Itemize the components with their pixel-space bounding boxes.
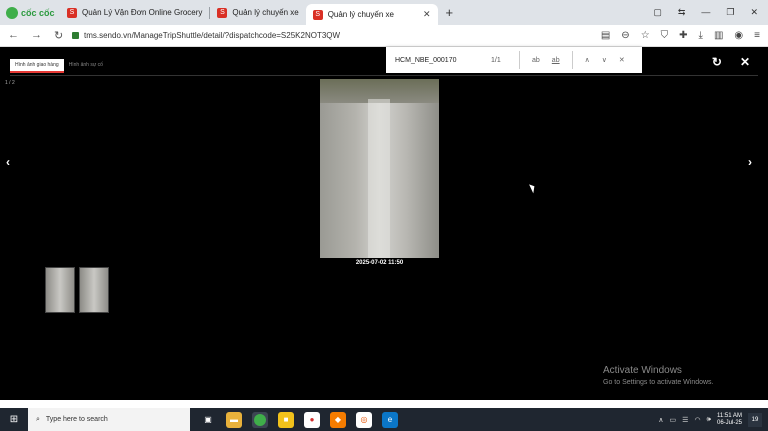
search-icon: ⌕ <box>36 415 40 423</box>
divider <box>10 75 758 76</box>
thumbnail[interactable] <box>79 267 109 313</box>
tab-grocery[interactable]: S Quản Lý Vận Đơn Online Grocery <box>60 0 209 25</box>
mouse-cursor-icon <box>529 182 537 194</box>
task-view-icon[interactable]: ▣ <box>200 412 216 428</box>
volume-icon[interactable]: 🕪 <box>707 416 711 424</box>
address-bar-row: ← → ↻ tms.sendo.vn/ManageTripShuttle/det… <box>0 25 768 47</box>
zoom-icon[interactable]: ⊖ <box>621 30 629 41</box>
network-icon[interactable]: ☰ <box>682 416 688 424</box>
wifi-icon[interactable]: ◠ <box>694 416 700 424</box>
site-info-icon[interactable] <box>72 32 79 39</box>
find-count: 1/1 <box>491 56 501 64</box>
screenshot-icon[interactable]: ▢ <box>653 7 662 18</box>
tab-trip-active[interactable]: S Quản lý chuyến xe ✕ <box>305 4 438 25</box>
find-input[interactable]: HCM_NBE_000170 <box>386 57 491 64</box>
coccoc-logo-icon <box>6 6 18 19</box>
edge-icon[interactable]: e <box>382 411 398 428</box>
clock-date: 06-Jul-25 <box>716 419 742 426</box>
show-hidden-icons-icon[interactable]: ∧ <box>658 416 663 424</box>
rotate-icon[interactable]: ↻ <box>712 55 722 69</box>
file-explorer-icon[interactable]: ▬ <box>226 411 242 428</box>
new-tab-button[interactable]: + <box>438 5 462 20</box>
tab-label: Quản Lý Vận Đơn Online Grocery <box>82 8 203 17</box>
page-bottom-strip <box>0 400 768 408</box>
tab-label: Quản lý chuyến xe <box>327 10 394 19</box>
browser-tab-bar: cốc cốc S Quản Lý Vận Đơn Online Grocery… <box>0 0 768 25</box>
image-viewer: Hình ảnh giao hàng Hình ảnh sự cố 1 / 2 … <box>0 47 768 400</box>
coccoc-browser-icon[interactable] <box>252 411 268 428</box>
photo-timestamp: 2025-07-02 11:50 <box>355 260 404 266</box>
page-view-icon[interactable]: ▤ <box>601 30 610 41</box>
teams-chat-icon[interactable]: ● <box>304 411 320 428</box>
battery-icon[interactable]: ▭ <box>670 416 677 424</box>
close-viewer-icon[interactable]: ✕ <box>740 55 750 69</box>
url-text: tms.sendo.vn/ManageTripShuttle/detail/?d… <box>84 31 341 40</box>
extensions-icon[interactable]: ✚ <box>679 30 687 41</box>
find-close-icon[interactable]: ✕ <box>613 56 631 64</box>
match-case-button[interactable]: ab <box>526 57 546 64</box>
search-placeholder: Type here to search <box>45 416 108 423</box>
bookmark-star-icon[interactable]: ☆ <box>641 30 650 41</box>
tabs-list-icon[interactable]: ⇆ <box>678 7 686 18</box>
url-field[interactable]: tms.sendo.vn/ManageTripShuttle/detail/?d… <box>72 31 340 40</box>
download-icon[interactable]: ⤓ <box>699 30 703 41</box>
system-tray: ∧ ▭ ☰ ◠ 🕪 11:51 AM 06-Jul-25 19 <box>658 412 768 427</box>
menu-icon[interactable]: ≡ <box>754 30 760 41</box>
browser-toolbar: ▤ ⊖ ☆ ⛉ ✚ ⤓ ▥ ◉ ≡ <box>601 30 768 41</box>
minimize-icon[interactable]: — <box>701 7 710 18</box>
next-image-icon[interactable]: › <box>748 155 752 169</box>
clock-time: 11:51 AM <box>717 412 742 419</box>
tab-delivery-images[interactable]: Hình ảnh giao hàng <box>10 59 64 73</box>
tab-label: Quản lý chuyến xe <box>232 8 299 17</box>
tab-trip-1[interactable]: S Quản lý chuyến xe <box>210 0 305 25</box>
window-controls: ▢ ⇆ — ❐ ✕ <box>653 7 768 18</box>
sendo-favicon-icon: S <box>67 7 77 18</box>
viewer-controls: ↻ ✕ <box>712 55 750 69</box>
profile-icon[interactable]: ◉ <box>734 30 743 41</box>
divider <box>571 51 573 69</box>
taskbar-search[interactable]: ⌕ Type here to search <box>28 408 190 431</box>
notification-center-icon[interactable]: 19 <box>748 412 762 427</box>
find-bar: HCM_NBE_000170 1/1 ab ab ∧ ∨ ✕ <box>386 47 642 73</box>
sendo-favicon-icon: S <box>312 9 323 20</box>
clock[interactable]: 11:51 AM 06-Jul-25 <box>717 413 742 426</box>
find-next-icon[interactable]: ∨ <box>596 56 613 64</box>
forward-icon[interactable]: → <box>31 29 42 42</box>
close-window-icon[interactable]: ✕ <box>750 7 758 18</box>
image-counter: 1 / 2 <box>5 80 15 86</box>
brand-name: cốc cốc <box>21 7 55 18</box>
viewer-tabs: Hình ảnh giao hàng Hình ảnh sự cố <box>10 59 108 73</box>
tab-incident-images[interactable]: Hình ảnh sự cố <box>64 59 108 73</box>
reload-icon[interactable]: ↻ <box>54 29 63 42</box>
sticky-notes-icon[interactable]: ■ <box>278 411 294 428</box>
sidebar-icon[interactable]: ▥ <box>714 30 723 41</box>
watermark-subtitle: Go to Settings to activate Windows. <box>603 379 714 386</box>
shield-icon[interactable]: ⛉ <box>661 30 669 41</box>
windows-start-icon[interactable]: ⊞ <box>0 414 28 425</box>
app-icon[interactable]: ◆ <box>330 411 346 428</box>
delivery-photo <box>320 79 439 258</box>
photo-road-stripe <box>368 99 390 258</box>
app-icon[interactable]: ◎ <box>356 411 372 428</box>
back-icon[interactable]: ← <box>8 29 19 42</box>
restore-icon[interactable]: ❐ <box>726 7 734 18</box>
taskbar: ⊞ ⌕ Type here to search ▣ ▬ ■ ● ◆ ◎ e ∧ … <box>0 408 768 431</box>
close-tab-icon[interactable]: ✕ <box>423 9 431 20</box>
divider <box>519 51 520 69</box>
thumbnail[interactable] <box>45 267 75 313</box>
whole-word-button[interactable]: ab <box>546 57 566 64</box>
find-previous-icon[interactable]: ∧ <box>579 56 596 64</box>
watermark-title: Activate Windows <box>603 365 682 376</box>
browser-brand[interactable]: cốc cốc <box>0 6 60 19</box>
prev-image-icon[interactable]: ‹ <box>6 155 10 169</box>
taskbar-apps: ▣ ▬ ■ ● ◆ ◎ e <box>190 411 398 428</box>
sendo-favicon-icon: S <box>217 7 228 18</box>
nav-buttons: ← → ↻ <box>0 29 72 42</box>
activate-windows-watermark: Activate Windows Go to Settings to activ… <box>603 365 714 386</box>
